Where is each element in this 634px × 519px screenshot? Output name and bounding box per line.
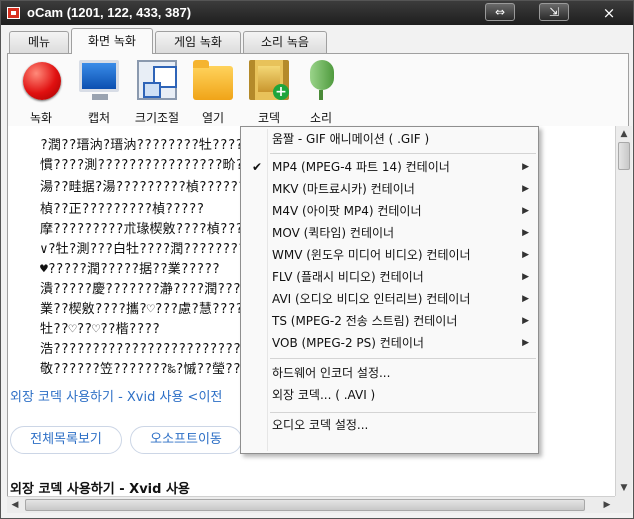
tab-sound-record[interactable]: 소리 녹음 bbox=[243, 31, 327, 53]
scroll-down-arrow-icon[interactable]: ▼ bbox=[616, 480, 632, 496]
submenu-arrow-icon: ▶ bbox=[522, 294, 529, 304]
horizontal-scroll-thumb[interactable] bbox=[25, 499, 585, 511]
menu-item-label: TS (MPEG-2 전송 스트림) 컨테이너 bbox=[272, 314, 458, 328]
garbled-text-line: 楨??正?????????楨????? bbox=[40, 202, 205, 217]
menu-item-label: WMV (윈도우 미디어 비디오) 컨테이너 bbox=[272, 248, 471, 262]
garbled-text-line: 牡??♡??♡??楷???? bbox=[40, 322, 160, 337]
article-heading: 외장 코덱 사용하기 - Xvid 사용 bbox=[10, 482, 190, 496]
record-icon bbox=[23, 62, 61, 100]
tab-screen-record[interactable]: 화면 녹화 bbox=[71, 28, 153, 54]
menu-item-mov[interactable]: MOV (퀵타임) 컨테이너 ▶ bbox=[242, 223, 537, 244]
title-bar[interactable]: oCam (1201, 122, 433, 387) ⇔ ⇲ × bbox=[1, 1, 633, 25]
resize-grip[interactable] bbox=[615, 496, 632, 513]
submenu-arrow-icon: ▶ bbox=[522, 338, 529, 348]
sound-button[interactable]: 소리 bbox=[292, 58, 350, 125]
folder-icon bbox=[193, 60, 233, 100]
minimize-to-tray-button[interactable]: ⇲ bbox=[539, 3, 569, 21]
submenu-arrow-icon: ▶ bbox=[522, 162, 529, 172]
menu-separator bbox=[270, 153, 536, 154]
submenu-arrow-icon: ▶ bbox=[522, 184, 529, 194]
menu-item-label: M4V (아이팟 MP4) 컨테이너 bbox=[272, 204, 422, 218]
ocam-window: oCam (1201, 122, 433, 387) ⇔ ⇲ × 메뉴 화면 녹… bbox=[0, 0, 634, 519]
tab-bar: 메뉴 화면 녹화 게임 녹화 소리 녹음 bbox=[1, 27, 633, 54]
submenu-arrow-icon: ▶ bbox=[522, 228, 529, 238]
tab-menu[interactable]: 메뉴 bbox=[9, 31, 69, 53]
record-button[interactable]: 녹화 bbox=[12, 58, 70, 125]
swap-layout-button[interactable]: ⇔ bbox=[485, 3, 515, 21]
menu-item-mkv[interactable]: MKV (마트료시카) 컨테이너 ▶ bbox=[242, 179, 537, 200]
garbled-text-line: ♥?????潤?????据??業????? bbox=[40, 262, 220, 277]
close-button[interactable]: × bbox=[598, 4, 620, 22]
plus-icon: + bbox=[273, 84, 289, 100]
menu-item-label: 하드웨어 인코더 설정... bbox=[272, 366, 391, 380]
sound-label: 소리 bbox=[309, 111, 333, 125]
check-icon: ✔ bbox=[252, 160, 263, 174]
menu-item-label: AVI (오디오 비디오 인터리브) 컨테이너 bbox=[272, 292, 471, 306]
capture-button[interactable]: 캡처 bbox=[70, 58, 128, 125]
menu-item-label: MP4 (MPEG-4 파트 14) 컨테이너 bbox=[272, 160, 450, 174]
menu-item-avi[interactable]: AVI (오디오 비디오 인터리브) 컨테이너 ▶ bbox=[242, 289, 537, 310]
menu-item-ts[interactable]: TS (MPEG-2 전송 스트림) 컨테이너 ▶ bbox=[242, 311, 537, 332]
article-link[interactable]: 외장 코덱 사용하기 - Xvid 사용 <이전 bbox=[10, 386, 222, 405]
menu-item-flv[interactable]: FLV (플래시 비디오) 컨테이너 ▶ bbox=[242, 267, 537, 288]
codec-context-menu: 움짤 - GIF 애니메이션 ( .GIF ) ✔ MP4 (MPEG-4 파트… bbox=[240, 126, 539, 454]
view-all-list-button[interactable]: 전체목록보기 bbox=[10, 426, 122, 454]
menu-item-wmv[interactable]: WMV (윈도우 미디어 비디오) 컨테이너 ▶ bbox=[242, 245, 537, 266]
microphone-icon bbox=[310, 60, 334, 90]
menu-separator bbox=[270, 412, 536, 413]
vertical-scrollbar[interactable]: ▲ ▼ bbox=[615, 126, 632, 496]
open-button[interactable]: 열기 bbox=[184, 58, 242, 125]
codec-button[interactable]: + 코덱 bbox=[240, 58, 298, 125]
tab-game-record[interactable]: 게임 녹화 bbox=[155, 31, 241, 53]
resize-button[interactable]: 크기조절 bbox=[128, 58, 186, 125]
toolbar: 녹화 캡처 크기조절 열기 + 코덱 소리 bbox=[7, 53, 629, 127]
menu-item-label: MOV (퀵타임) 컨테이너 bbox=[272, 226, 395, 240]
menu-item-label: VOB (MPEG-2 PS) 컨테이너 bbox=[272, 336, 424, 350]
menu-item-gif[interactable]: 움짤 - GIF 애니메이션 ( .GIF ) bbox=[242, 129, 537, 150]
vertical-scroll-thumb[interactable] bbox=[618, 142, 630, 170]
codec-label: 코덱 bbox=[257, 111, 281, 125]
capture-label: 캡처 bbox=[87, 111, 111, 125]
submenu-arrow-icon: ▶ bbox=[522, 272, 529, 282]
microphone-stand-icon bbox=[319, 90, 323, 100]
monitor-icon bbox=[79, 60, 119, 92]
monitor-stand-icon bbox=[92, 94, 108, 100]
resize-label: 크기조절 bbox=[134, 111, 180, 125]
menu-item-m4v[interactable]: M4V (아이팟 MP4) 컨테이너 ▶ bbox=[242, 201, 537, 222]
menu-item-label: 외장 코덱... ( .AVI ) bbox=[272, 388, 376, 402]
scroll-left-arrow-icon[interactable]: ◀ bbox=[7, 497, 23, 513]
menu-item-hardware-encoder[interactable]: 하드웨어 인코더 설정... bbox=[242, 363, 537, 384]
menu-separator bbox=[270, 358, 536, 359]
go-osoft-button[interactable]: 오소프트이동 bbox=[130, 426, 242, 454]
ocam-app-icon bbox=[7, 7, 20, 19]
record-label: 녹화 bbox=[29, 111, 53, 125]
scroll-right-arrow-icon[interactable]: ▶ bbox=[599, 497, 615, 513]
menu-item-label: MKV (마트료시카) 컨테이너 bbox=[272, 182, 415, 196]
menu-item-label: 오디오 코덱 설정... bbox=[272, 418, 369, 432]
horizontal-scrollbar[interactable]: ◀ ▶ bbox=[7, 496, 615, 513]
resize-icon bbox=[137, 60, 177, 100]
menu-item-external-codec[interactable]: 외장 코덱... ( .AVI ) bbox=[242, 385, 537, 406]
menu-item-mp4[interactable]: ✔ MP4 (MPEG-4 파트 14) 컨테이너 ▶ bbox=[242, 157, 537, 178]
menu-item-vob[interactable]: VOB (MPEG-2 PS) 컨테이너 ▶ bbox=[242, 333, 537, 354]
window-title: oCam (1201, 122, 433, 387) bbox=[27, 5, 192, 20]
menu-item-label: FLV (플래시 비디오) 컨테이너 bbox=[272, 270, 424, 284]
scroll-up-arrow-icon[interactable]: ▲ bbox=[616, 126, 632, 142]
submenu-arrow-icon: ▶ bbox=[522, 316, 529, 326]
submenu-arrow-icon: ▶ bbox=[522, 250, 529, 260]
open-label: 열기 bbox=[201, 111, 225, 125]
menu-item-audio-codec[interactable]: 오디오 코덱 설정... bbox=[242, 415, 537, 436]
submenu-arrow-icon: ▶ bbox=[522, 206, 529, 216]
menu-item-label: 움짤 - GIF 애니메이션 ( .GIF ) bbox=[272, 132, 430, 146]
